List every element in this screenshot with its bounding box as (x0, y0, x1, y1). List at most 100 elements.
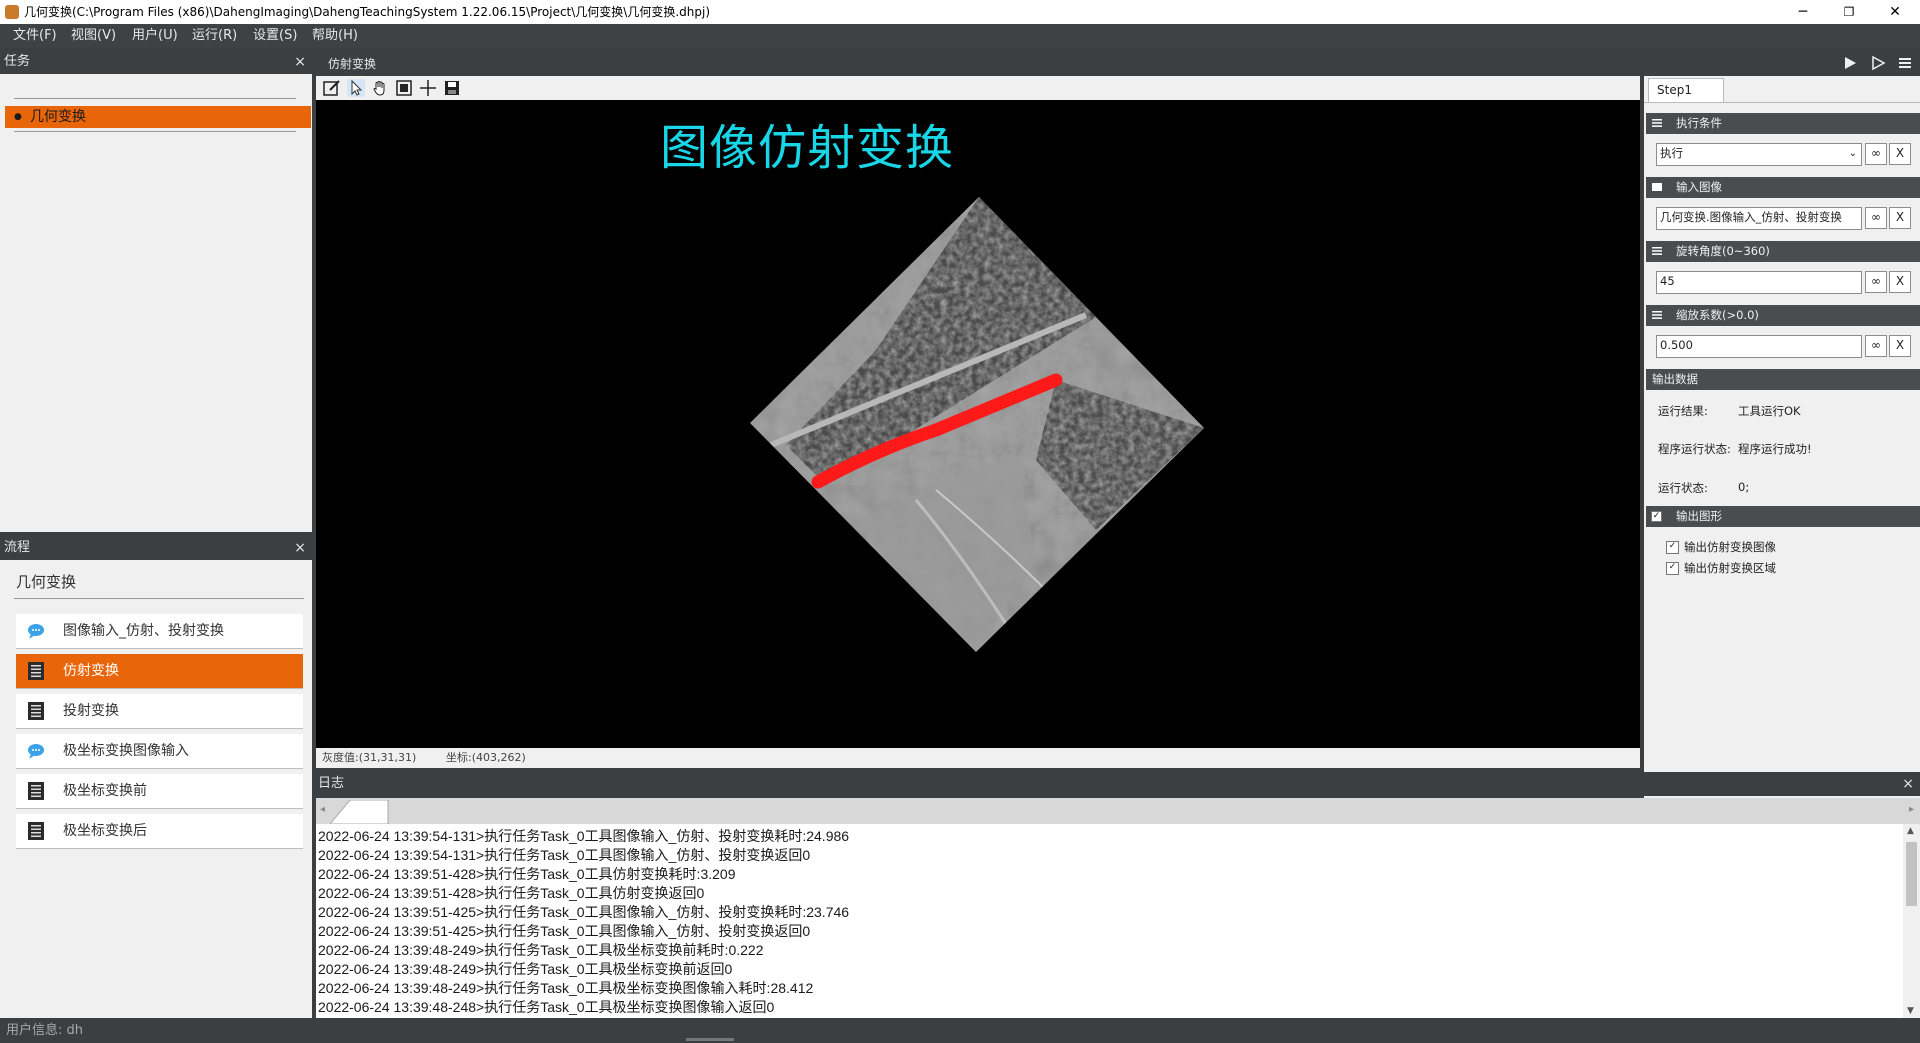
clear-button[interactable]: X (1889, 207, 1911, 229)
scroll-right-icon[interactable]: ▸ (1909, 804, 1914, 815)
flow-item-label: 极坐标变换后 (63, 823, 147, 839)
checkbox-checked-icon[interactable]: ✓ (1651, 511, 1662, 522)
tab-step1[interactable]: Step1 (1648, 78, 1724, 102)
menubar: 文件(F) 视图(V) 用户(U) 运行(R) 设置(S) 帮助(H) (0, 24, 1920, 48)
chat-bubble-icon (28, 624, 44, 639)
checkbox-label: 输出仿射变换区域 (1684, 561, 1776, 575)
list-icon (1652, 247, 1662, 255)
scroll-up-icon[interactable]: ▲ (1907, 826, 1914, 836)
link-button[interactable]: ∞ (1865, 271, 1887, 293)
scroll-left-icon[interactable]: ◂ (320, 804, 325, 815)
flow-item[interactable]: 极坐标变换图像输入 (16, 734, 303, 769)
view-toolbar (316, 76, 1640, 100)
list-icon (1652, 311, 1662, 319)
run-continuous-icon[interactable] (1870, 55, 1886, 71)
log-panel-title: 日志 (318, 776, 345, 791)
user-info: 用户信息: dh (6, 1023, 84, 1038)
scale-input[interactable]: 0.500 (1656, 335, 1862, 358)
pointer-icon[interactable] (347, 79, 365, 97)
checkbox-checked-icon: ✓ (1666, 541, 1679, 554)
image-view[interactable]: 图像仿射变换 (316, 100, 1640, 748)
divider (1644, 102, 1920, 103)
list-doc-icon (28, 782, 44, 800)
flow-group-title: 几何变换 (16, 573, 77, 591)
list-doc-icon (28, 702, 44, 720)
exec-condition-value: 执行 (1660, 146, 1683, 160)
pan-hand-icon[interactable] (371, 79, 389, 97)
log-panel-close-icon[interactable]: × (1902, 772, 1914, 796)
link-button[interactable]: ∞ (1865, 207, 1887, 229)
menu-help[interactable]: 帮助(H) (312, 27, 358, 45)
input-image-field[interactable]: 几何变换.图像输入_仿射、投射变换 (1656, 207, 1862, 230)
coordinate-readout: 坐标:(403,262) (446, 751, 526, 764)
chevron-down-icon: ⌄ (1848, 148, 1857, 159)
flow-item-selected[interactable]: 仿射变换 (16, 654, 303, 689)
app-icon (5, 5, 19, 19)
link-button[interactable]: ∞ (1865, 335, 1887, 357)
run-once-icon[interactable] (1842, 55, 1858, 71)
link-button[interactable]: ∞ (1865, 143, 1887, 165)
rotation-input[interactable]: 45 (1656, 271, 1862, 294)
log-scrollbar-thumb[interactable] (1906, 842, 1917, 906)
section-title: 输出图形 (1676, 509, 1722, 523)
list-doc-icon (28, 822, 44, 840)
divider (14, 131, 296, 132)
task-panel: 任务 × ● 几何变换 (0, 50, 312, 532)
flow-item-label: 极坐标变换图像输入 (63, 743, 189, 759)
log-tab[interactable] (330, 800, 390, 824)
divider (14, 98, 296, 99)
exec-condition-select[interactable]: 执行 ⌄ (1656, 143, 1862, 166)
fit-window-icon[interactable] (395, 79, 413, 97)
transformed-image (750, 197, 1204, 652)
log-list[interactable]: 2022-06-24 13:39:54-131>执行任务Task_0工具图像输入… (316, 824, 1920, 1018)
menu-user[interactable]: 用户(U) (132, 27, 178, 45)
view-title: 仿射变换 (328, 57, 377, 71)
flow-panel-title: 流程 (4, 540, 31, 555)
task-panel-header: 任务 × (0, 50, 312, 74)
crosshair-icon[interactable] (419, 79, 437, 97)
section-input-image[interactable]: 输入图像 (1646, 177, 1920, 198)
checkbox-label: 输出仿射变换图像 (1684, 540, 1776, 554)
save-icon[interactable] (443, 79, 461, 97)
view-statusbar: 灰度值:(31,31,31) 坐标:(403,262) (316, 748, 1640, 768)
section-rotation[interactable]: 旋转角度(0~360) (1646, 241, 1920, 262)
bullet-icon: ● (14, 112, 22, 122)
flow-item-label: 图像输入_仿射、投射变换 (63, 623, 224, 639)
flow-panel-header: 流程 × (0, 536, 312, 560)
section-exec-condition[interactable]: 执行条件 (1646, 113, 1920, 134)
section-output-graphics[interactable]: ✓ 输出图形 (1646, 506, 1920, 527)
log-line: 2022-06-24 13:39:51-425>执行任务Task_0工具图像输入… (318, 904, 850, 920)
task-panel-close-icon[interactable]: × (294, 50, 306, 74)
menu-icon[interactable] (1898, 56, 1912, 70)
log-panel-header: 日志 × (316, 772, 1920, 796)
scroll-down-icon[interactable]: ▼ (1907, 1006, 1914, 1016)
menu-settings[interactable]: 设置(S) (253, 27, 297, 45)
flow-item[interactable]: 极坐标变换前 (16, 774, 303, 809)
output-label: 程序运行状态: (1658, 442, 1731, 456)
flow-panel-close-icon[interactable]: × (294, 536, 306, 560)
flow-item[interactable]: 投射变换 (16, 694, 303, 729)
minimize-button[interactable]: ─ (1780, 0, 1826, 24)
output-value: 0; (1738, 480, 1750, 494)
close-button[interactable]: ✕ (1872, 0, 1918, 24)
task-item-geometric-transform[interactable]: ● 几何变换 (5, 106, 311, 128)
menu-view[interactable]: 视图(V) (71, 27, 116, 45)
flow-item[interactable]: 极坐标变换后 (16, 814, 303, 849)
log-line: 2022-06-24 13:39:54-131>执行任务Task_0工具图像输入… (318, 828, 850, 844)
edit-roi-icon[interactable] (323, 79, 341, 97)
clear-button[interactable]: X (1889, 335, 1911, 357)
maximize-button[interactable]: ❐ (1826, 0, 1872, 24)
clear-button[interactable]: X (1889, 143, 1911, 165)
resize-grip[interactable] (686, 1038, 734, 1041)
flow-item[interactable]: 图像输入_仿射、投射变换 (16, 614, 303, 649)
log-scrollbar[interactable]: ▲ ▼ (1903, 824, 1920, 1018)
view-header: 仿射变换 (316, 52, 1656, 76)
list-icon (1652, 119, 1662, 127)
menu-run[interactable]: 运行(R) (192, 27, 237, 45)
flow-item-label: 投射变换 (63, 703, 119, 719)
clear-button[interactable]: X (1889, 271, 1911, 293)
section-output-data[interactable]: 输出数据 (1646, 369, 1920, 390)
menu-file[interactable]: 文件(F) (13, 27, 57, 45)
list-doc-icon (28, 662, 44, 680)
section-scale[interactable]: 缩放系数(>0.0) (1646, 305, 1920, 326)
